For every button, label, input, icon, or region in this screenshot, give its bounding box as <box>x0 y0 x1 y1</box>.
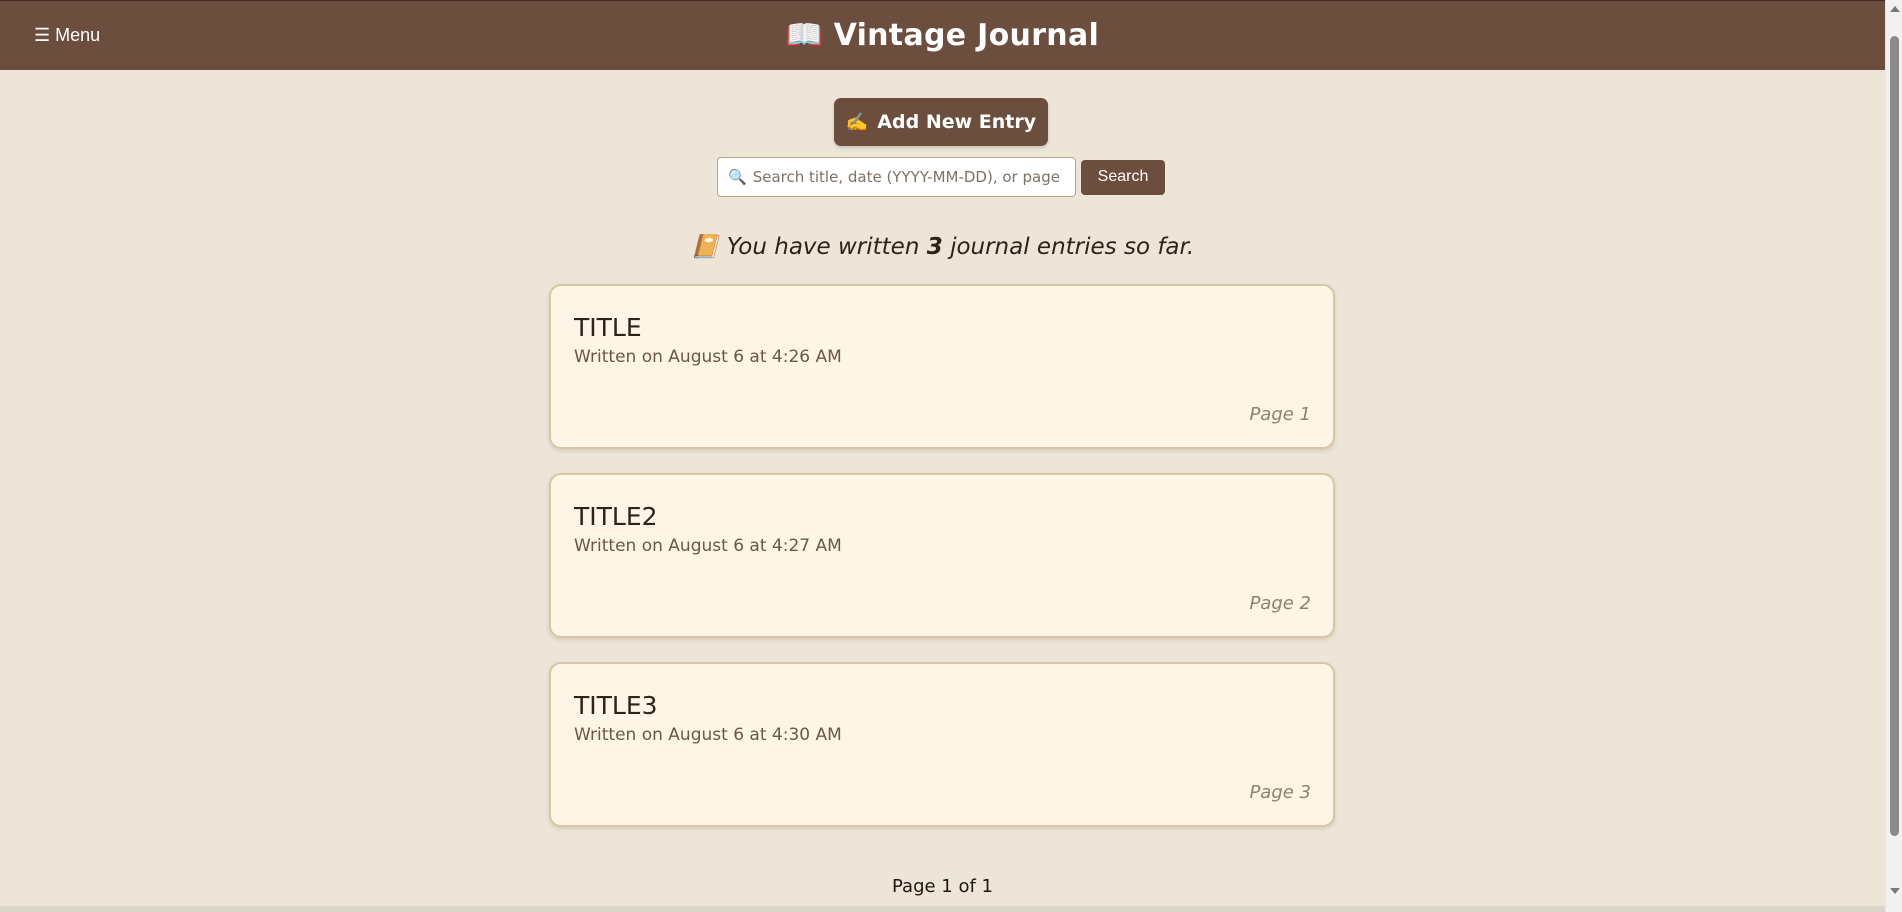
entry-title: TITLE <box>574 313 642 342</box>
summary-suffix: journal entries so far. <box>950 234 1195 260</box>
entry-card[interactable]: TITLE2 Written on August 6 at 4:27 AM Pa… <box>549 473 1335 638</box>
scroll-thumb[interactable] <box>1890 36 1899 836</box>
entry-title: TITLE3 <box>574 691 658 720</box>
entry-card[interactable]: TITLE3 Written on August 6 at 4:30 AM Pa… <box>549 662 1335 827</box>
notebook-icon: 📔 <box>690 234 720 260</box>
search-button[interactable]: Search <box>1081 159 1165 195</box>
scroll-down-arrow-icon[interactable] <box>1890 888 1900 894</box>
entry-page-number: Page 2 <box>1249 593 1311 614</box>
entry-page-number: Page 1 <box>1249 404 1311 425</box>
add-new-entry-label: Add New Entry <box>877 111 1037 133</box>
entry-date: Written on August 6 at 4:30 AM <box>574 725 842 745</box>
scroll-up-arrow-icon[interactable] <box>1890 6 1900 12</box>
app-title-text: Vintage Journal <box>833 18 1100 53</box>
vertical-scrollbar[interactable] <box>1885 0 1902 912</box>
search-row: 🔍 Search <box>717 157 1165 197</box>
summary-prefix: You have written <box>726 234 920 260</box>
pagination-label: Page 1 of 1 <box>892 876 993 897</box>
writing-hand-icon: ✍️ <box>845 111 869 133</box>
open-book-icon: 📖 <box>785 18 824 53</box>
entry-card[interactable]: TITLE Written on August 6 at 4:26 AM Pag… <box>549 284 1335 449</box>
entry-date: Written on August 6 at 4:26 AM <box>574 347 842 367</box>
bottom-edge <box>0 906 1885 912</box>
top-header: ☰ Menu 📖 Vintage Journal <box>0 0 1885 70</box>
entry-list: TITLE Written on August 6 at 4:26 AM Pag… <box>549 284 1335 851</box>
page: ☰ Menu 📖 Vintage Journal ✍️ Add New Entry… <box>0 0 1902 912</box>
search-input[interactable] <box>752 168 1063 186</box>
entry-page-number: Page 3 <box>1249 782 1311 803</box>
search-box: 🔍 <box>717 157 1076 197</box>
add-new-entry-button[interactable]: ✍️ Add New Entry <box>834 98 1048 146</box>
search-icon: 🔍 <box>728 168 747 186</box>
app-title: 📖 Vintage Journal <box>0 18 1885 53</box>
entry-title: TITLE2 <box>574 502 658 531</box>
entry-date: Written on August 6 at 4:27 AM <box>574 536 842 556</box>
entry-count: 3 <box>926 234 943 260</box>
entry-count-summary: 📔 You have written 3 journal entries so … <box>0 233 1885 260</box>
